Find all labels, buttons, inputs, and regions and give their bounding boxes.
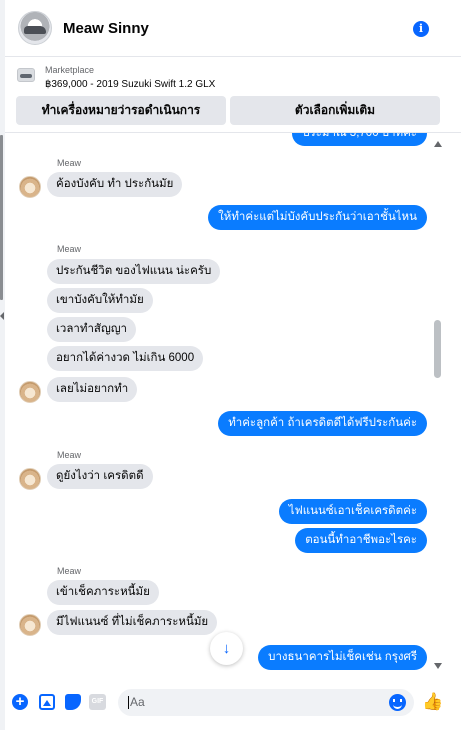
mark-pending-button[interactable]: ทำเครื่องหมายว่ารอดำเนินการ (16, 96, 226, 125)
plus-icon[interactable]: + (12, 694, 28, 710)
incoming-message: อยากได้ค่างวด ไม่เกิน 6000 (47, 346, 204, 371)
message-input[interactable]: Aa (118, 689, 414, 716)
message-composer: + GIF Aa 👍 (5, 684, 461, 724)
incoming-message: เลยไม่อยากทำ (47, 377, 138, 402)
scroll-up-icon[interactable] (434, 141, 442, 147)
chat-scrollbar[interactable] (431, 133, 446, 680)
sender-avatar[interactable] (19, 381, 41, 403)
marketplace-label: Marketplace (45, 65, 95, 75)
outgoing-message: บางธนาคารไม่เช็คเช่น กรุงศรี (258, 645, 427, 670)
sender-avatar[interactable] (19, 468, 41, 490)
photo-icon[interactable] (39, 694, 55, 710)
edge-arrow-icon (0, 312, 4, 320)
edge-indicator (0, 135, 3, 300)
incoming-message: ดูยังไงว่า เครดิตดี (47, 464, 153, 489)
sender-name: Meaw (57, 158, 82, 168)
listing-actions: ทำเครื่องหมายว่ารอดำเนินการ ตัวเลือกเพิ่… (16, 96, 440, 125)
sender-name: Meaw (57, 450, 82, 460)
sender-name: Meaw (57, 566, 82, 576)
thumbs-up-icon[interactable]: 👍 (422, 693, 443, 711)
gif-icon[interactable]: GIF (89, 694, 106, 710)
info-icon[interactable]: i (413, 21, 429, 37)
outgoing-message: ทำค่ะลูกค้า ถ้าเครดิตดีได้ฟรีประกันค่ะ (218, 411, 427, 436)
incoming-message: เวลาทำสัญญา (47, 317, 137, 342)
scroll-down-icon[interactable] (434, 663, 442, 669)
message-placeholder: Aa (130, 695, 145, 709)
arrow-down-icon: ↓ (222, 640, 231, 657)
contact-name[interactable]: Meaw Sinny (63, 20, 149, 37)
more-options-button[interactable]: ตัวเลือกเพิ่มเติม (230, 96, 440, 125)
listing-thumbnail (17, 68, 35, 82)
incoming-message: มีไฟแนนซ์ ที่ไม่เช็คภาระหนี้มัย (47, 610, 218, 635)
sender-avatar[interactable] (19, 614, 41, 636)
outgoing-message: ให้ทำค่ะแต่ไม่บังคับประกันว่าเอาชั้นไหน (208, 205, 427, 230)
listing-title: ฿369,000 - 2019 Suzuki Swift 1.2 GLX (45, 79, 216, 90)
sender-name: Meaw (57, 244, 82, 254)
text-caret (128, 696, 129, 710)
incoming-message: เข้าเช็คภาระหนี้มัย (47, 580, 159, 605)
sticker-icon[interactable] (65, 694, 81, 710)
car-image (24, 26, 46, 34)
message-list[interactable]: ประมาณ 3,700 บาทค่ะ Meaw ค้องบังคับ ทำ ป… (5, 133, 435, 680)
incoming-message: ค้องบังคับ ทำ ประกันมัย (47, 172, 183, 197)
scrollbar-thumb[interactable] (434, 320, 441, 378)
incoming-message: ประกันชีวิต ของไฟแนน น่ะครับ (47, 259, 221, 284)
sender-avatar[interactable] (19, 176, 41, 198)
emoji-icon[interactable] (389, 694, 406, 711)
outgoing-message: ตอนนี้ทำอาชีพอะไรคะ (295, 528, 427, 553)
incoming-message: เขาบังคับให้ทำมัย (47, 288, 153, 313)
outgoing-message: ประมาณ 3,700 บาทค่ะ (292, 133, 427, 146)
chat-header: Meaw Sinny i (5, 0, 461, 57)
jump-to-latest-button[interactable]: ↓ (210, 632, 243, 665)
outgoing-message: ไฟแนนซ์เอาเช็คเครดิตค่ะ (278, 499, 427, 524)
contact-avatar[interactable] (18, 11, 52, 45)
marketplace-listing[interactable]: Marketplace ฿369,000 - 2019 Suzuki Swift… (5, 57, 461, 96)
